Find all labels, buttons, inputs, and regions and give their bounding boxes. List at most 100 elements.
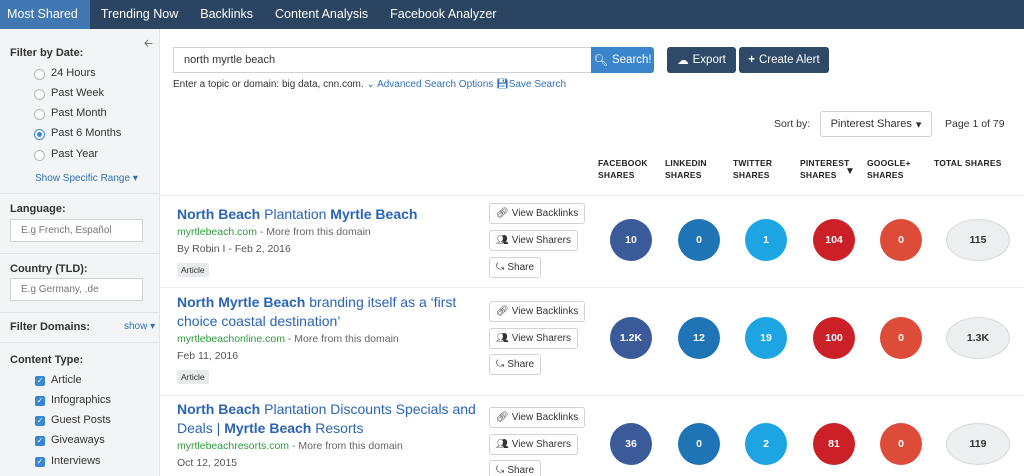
content-type-infographics[interactable]: Infographics — [51, 394, 111, 406]
result-title[interactable]: North Beach Plantation Myrtle Beach — [177, 205, 487, 224]
divider — [0, 193, 159, 194]
result-domain-link[interactable]: myrtlebeach.com — [177, 226, 257, 238]
checkbox-article[interactable]: ✓ — [35, 376, 45, 386]
show-specific-range-link[interactable]: Show Specific Range ▾ — [35, 173, 138, 184]
col-header-total[interactable]: TOTAL SHARES — [934, 157, 1002, 169]
col-header-line: SHARES — [867, 170, 904, 180]
view-sharers-button[interactable]: 👥︎ View Sharers — [489, 230, 578, 251]
view-backlinks-label: View Backlinks — [511, 412, 579, 423]
view-sharers-button[interactable]: 👥︎ View Sharers — [489, 328, 578, 349]
col-header-linkedin[interactable]: LINKEDIN SHARES — [665, 157, 707, 181]
language-input[interactable] — [10, 219, 143, 242]
tab-content-analysis[interactable]: Content Analysis — [264, 0, 379, 29]
result-domain-link[interactable]: myrtlebeachonline.com — [177, 333, 285, 345]
country-heading: Country (TLD): — [10, 263, 88, 275]
content-type-heading: Content Type: — [10, 354, 84, 366]
view-sharers-button[interactable]: 👥︎ View Sharers — [489, 434, 578, 455]
option-past-year[interactable]: Past Year — [51, 148, 98, 160]
show-range-label: Show Specific Range — [35, 173, 131, 184]
share-button[interactable]: ⤿ Share — [489, 257, 542, 278]
advanced-search-link[interactable]: ⌄ Advanced Search Options — [366, 79, 493, 90]
total-shares-badge: 1.3K — [946, 317, 1010, 359]
search-button[interactable]: 🔍︎ Search! — [591, 47, 654, 73]
checkbox-interviews[interactable]: ✓ — [35, 457, 45, 467]
caret-down-icon: ▾ — [915, 118, 922, 131]
save-search-link[interactable]: 💾︎Save Search — [496, 79, 566, 90]
option-past-week[interactable]: Past Week — [51, 87, 104, 99]
col-header-facebook[interactable]: FACEBOOK SHARES — [598, 157, 648, 181]
share-icon: ⤿ — [496, 465, 505, 476]
more-from-domain-link[interactable]: - More from this domain — [289, 440, 403, 452]
users-icon: 👥︎ — [496, 333, 509, 344]
radio-24-hours[interactable] — [34, 69, 45, 80]
result-domain-line: myrtlebeach.com - More from this domain — [177, 226, 371, 238]
result-meta: By Robin I - Feb 2, 2016 — [177, 243, 291, 255]
col-header-line: TWITTER — [733, 158, 773, 168]
view-backlinks-button[interactable]: 🔗︎ View Backlinks — [489, 203, 586, 224]
create-alert-button[interactable]: + Create Alert — [739, 47, 829, 73]
tab-trending-now[interactable]: Trending Now — [90, 0, 189, 29]
checkbox-giveaways[interactable]: ✓ — [35, 436, 45, 446]
col-header-line: FACEBOOK — [598, 158, 648, 168]
tab-most-shared[interactable]: Most Shared — [0, 0, 90, 29]
col-header-line: SHARES — [800, 170, 837, 180]
radio-past-month[interactable] — [34, 109, 45, 120]
search-icon: 🔍︎ — [593, 55, 608, 67]
view-backlinks-button[interactable]: 🔗︎ View Backlinks — [489, 301, 586, 322]
col-header-line: SHARES — [598, 170, 635, 180]
top-nav: Most Shared Trending Now Backlinks Conte… — [0, 0, 1024, 29]
sort-dropdown[interactable]: Pinterest Shares ▾ — [820, 111, 932, 137]
filter-domains-heading: Filter Domains: — [10, 321, 91, 333]
view-backlinks-label: View Backlinks — [511, 306, 579, 317]
result-domain-link[interactable]: myrtlebeachresorts.com — [177, 440, 289, 452]
share-button[interactable]: ⤿ Share — [489, 354, 542, 375]
country-input[interactable] — [10, 278, 143, 301]
language-heading: Language: — [10, 203, 66, 215]
content-type-tag: Article — [177, 370, 209, 384]
more-from-domain-link[interactable]: - More from this domain — [285, 333, 399, 345]
title-part: North Beach — [177, 401, 261, 417]
content-type-interviews[interactable]: Interviews — [51, 455, 101, 467]
radio-past-6-months[interactable] — [34, 129, 45, 140]
more-from-domain-link[interactable]: - More from this domain — [257, 226, 371, 238]
divider — [0, 342, 159, 343]
total-shares-badge: 115 — [946, 219, 1010, 261]
search-input[interactable] — [173, 47, 591, 73]
content-type-giveaways[interactable]: Giveaways — [51, 434, 105, 446]
share-button[interactable]: ⤿ Share — [489, 460, 542, 476]
title-part: Plantation — [260, 206, 331, 222]
view-backlinks-button[interactable]: 🔗︎ View Backlinks — [489, 407, 586, 428]
result-domain-line: myrtlebeachresorts.com - More from this … — [177, 440, 403, 452]
tab-facebook-analyzer[interactable]: Facebook Analyzer — [379, 0, 507, 29]
radio-past-year[interactable] — [34, 150, 45, 161]
total-shares-badge: 119 — [946, 423, 1010, 465]
users-icon: 👥︎ — [496, 439, 509, 450]
checkbox-infographics[interactable]: ✓ — [35, 396, 45, 406]
content-type-guest-posts[interactable]: Guest Posts — [51, 414, 111, 426]
col-header-pinterest[interactable]: PINTEREST SHARES — [800, 157, 850, 181]
option-past-month[interactable]: Past Month — [51, 107, 107, 119]
result-title[interactable]: North Beach Plantation Discounts Special… — [177, 400, 487, 438]
view-sharers-label: View Sharers — [511, 333, 571, 344]
content-type-article[interactable]: Article — [51, 374, 82, 386]
page-info: Page 1 of 79 — [945, 118, 1005, 130]
view-backlinks-label: View Backlinks — [511, 208, 579, 219]
search-hint: Enter a topic or domain: big data, cnn.c… — [173, 79, 566, 90]
collapse-arrow-icon[interactable]: 🡠 — [144, 35, 153, 54]
twitter-shares-badge: 1 — [745, 219, 787, 261]
option-past-6-months[interactable]: Past 6 Months — [51, 127, 121, 139]
export-button[interactable]: ☁ Export — [667, 47, 736, 73]
caret-down-icon: ▾ — [132, 173, 138, 184]
share-icon: ⤿ — [496, 262, 505, 273]
checkbox-guest-posts[interactable]: ✓ — [35, 416, 45, 426]
result-title[interactable]: North Myrtle Beach branding itself as a … — [177, 293, 487, 331]
option-24-hours[interactable]: 24 Hours — [51, 67, 96, 79]
col-header-line: SHARES — [733, 170, 770, 180]
tab-backlinks[interactable]: Backlinks — [189, 0, 264, 29]
share-label: Share — [507, 262, 535, 273]
show-domains-link[interactable]: show ▾ — [124, 321, 155, 332]
col-header-googleplus[interactable]: GOOGLE+ SHARES — [867, 157, 911, 181]
radio-past-week[interactable] — [34, 89, 45, 100]
result-row: North Beach Plantation Discounts Special… — [160, 396, 1024, 476]
col-header-twitter[interactable]: TWITTER SHARES — [733, 157, 772, 181]
